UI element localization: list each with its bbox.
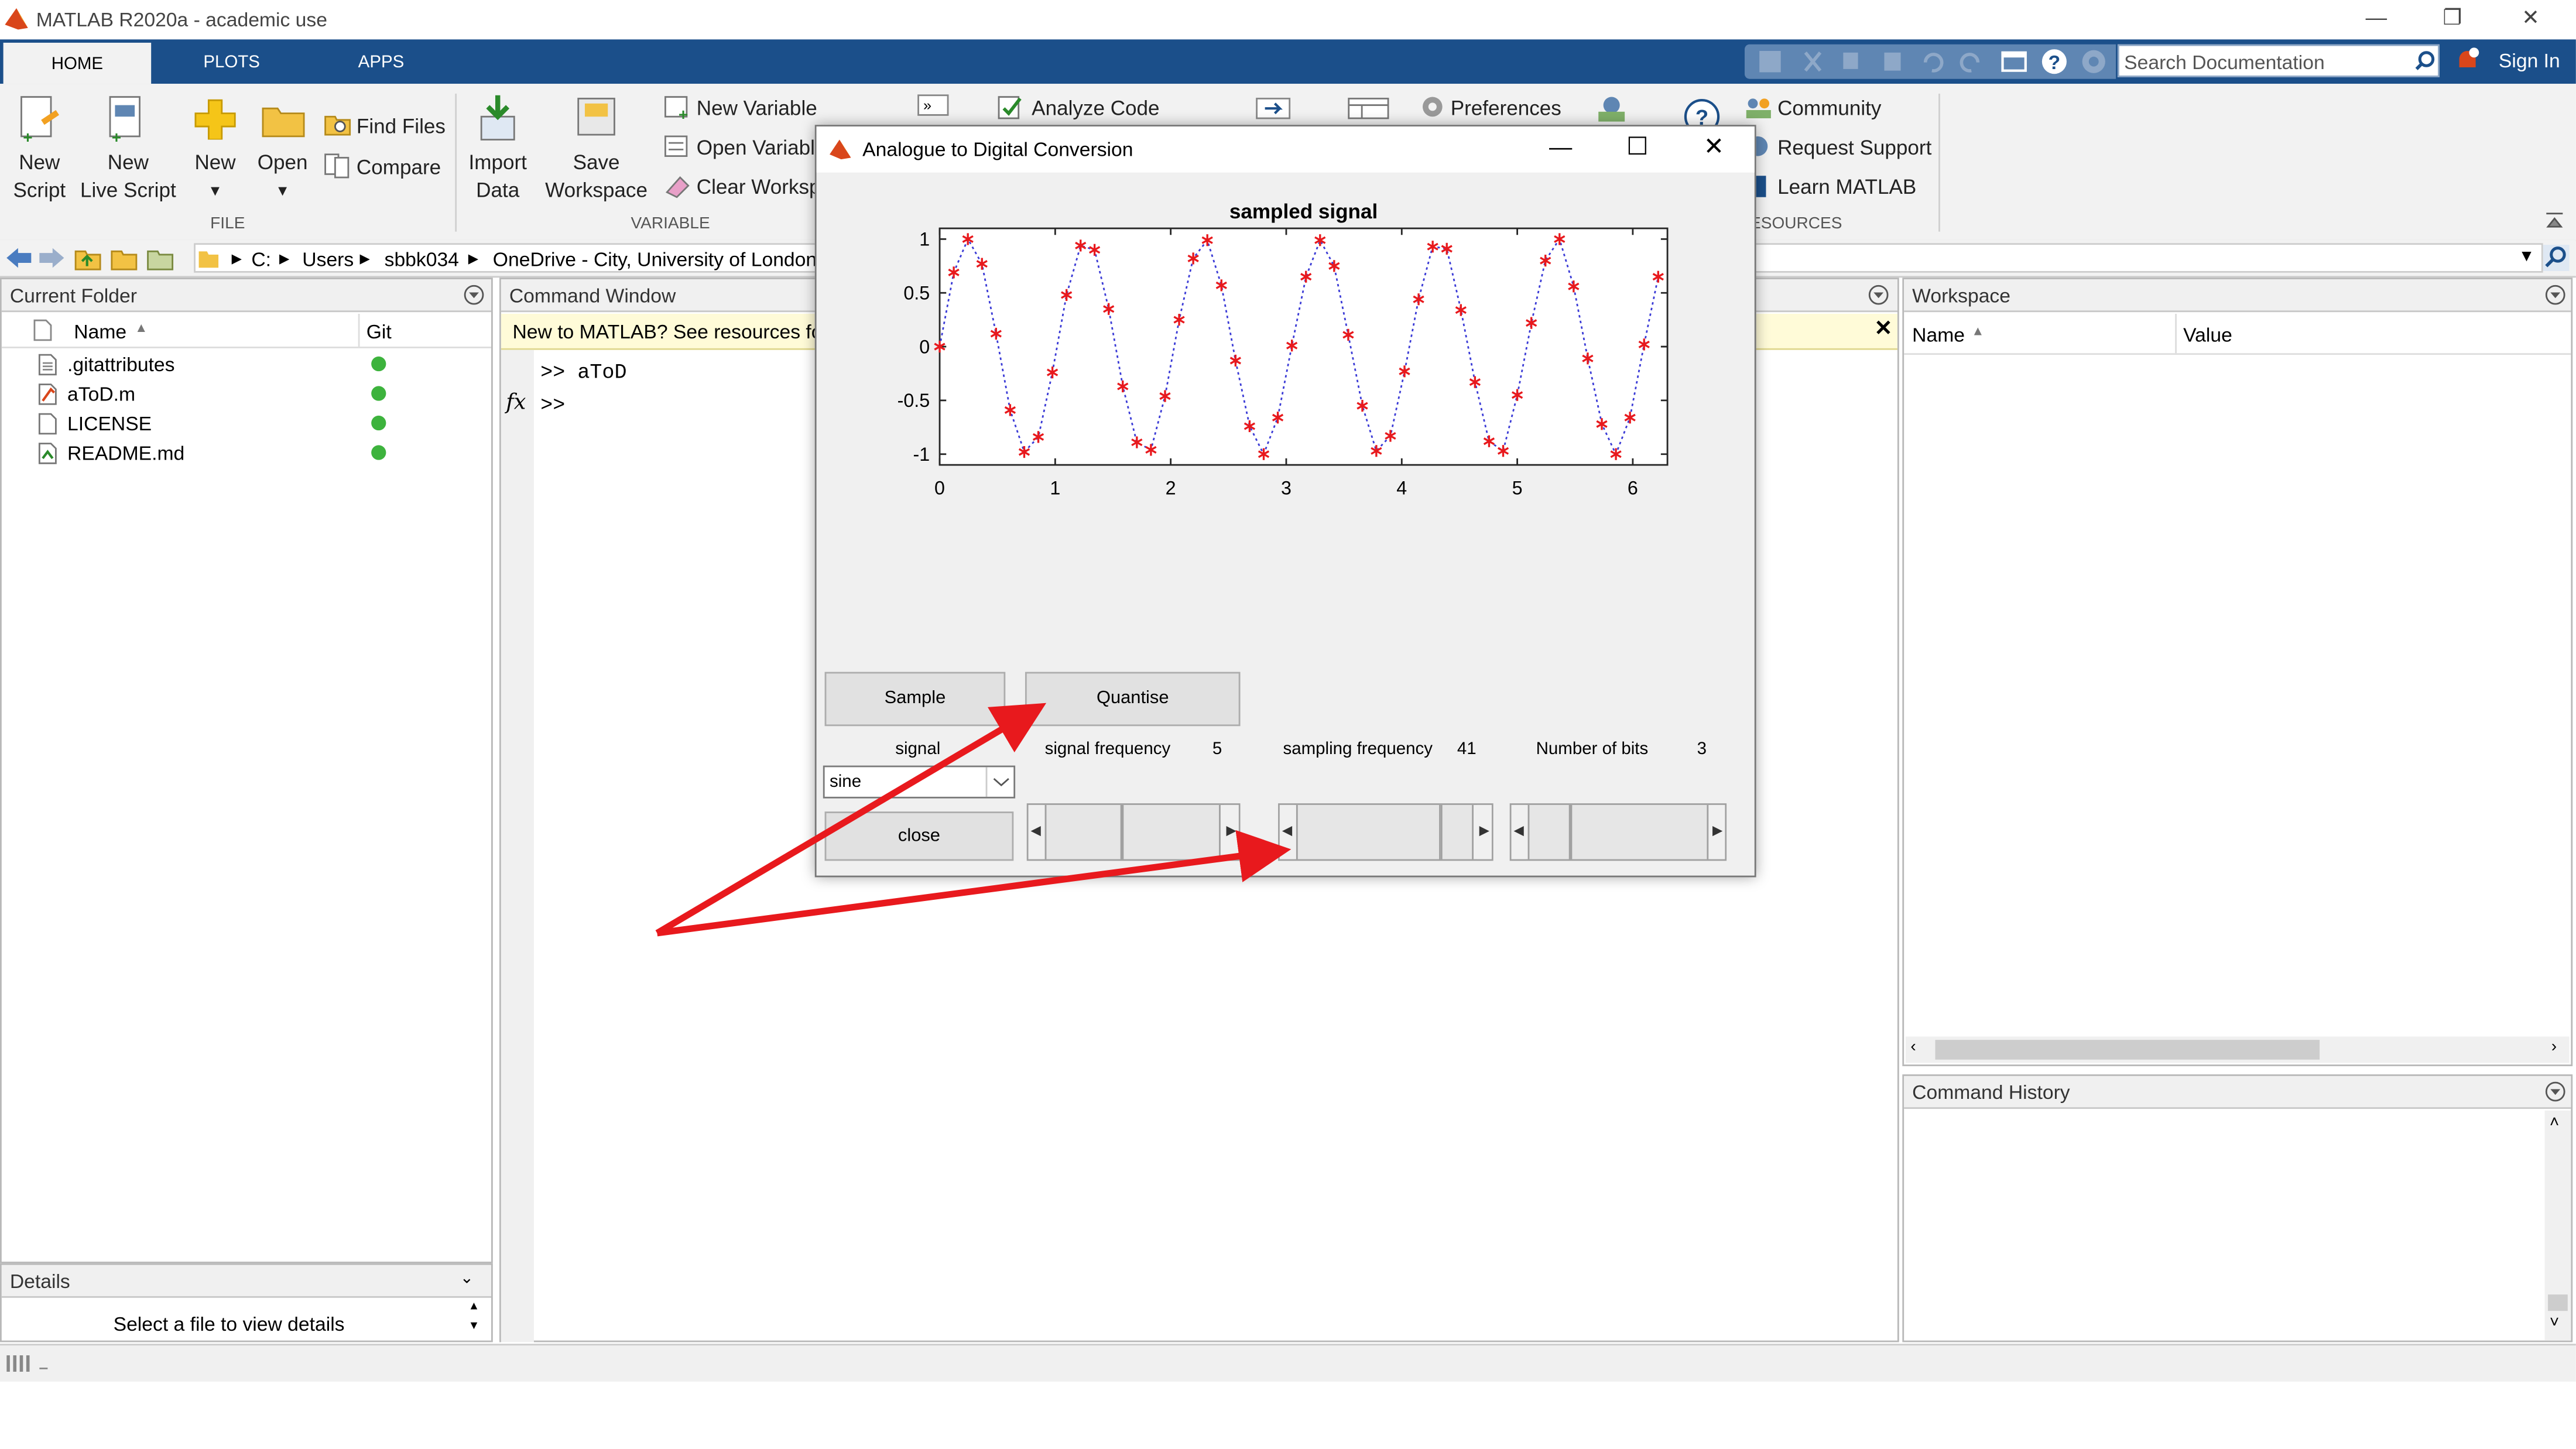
arrow-to-sampling-slider [656,830,1292,937]
arrow-to-quantise [655,703,1047,936]
annotation-arrows [655,703,1292,937]
matlab-desktop: MATLAB R2020a - academic use — ❐ ✕ HOME … [0,0,2576,1445]
